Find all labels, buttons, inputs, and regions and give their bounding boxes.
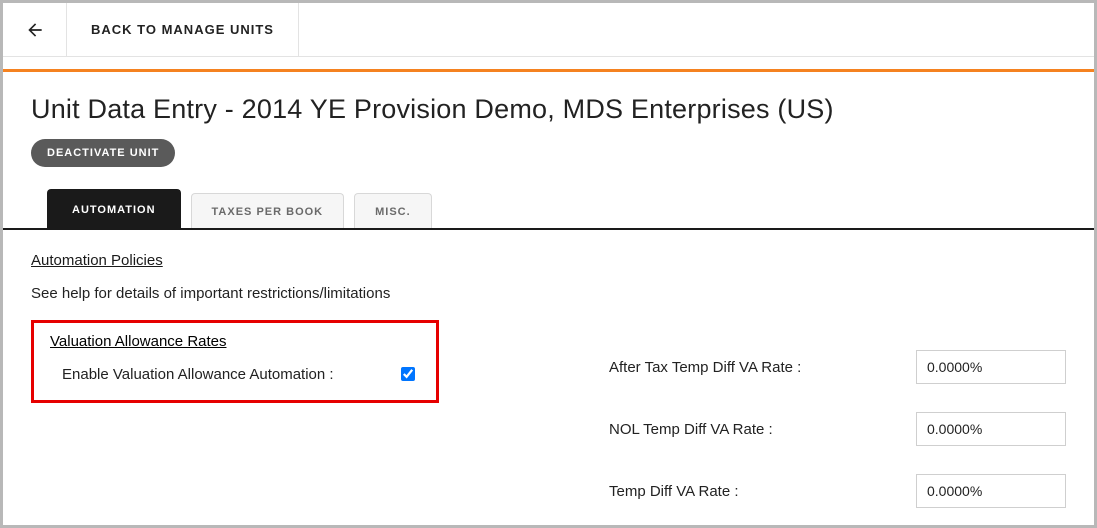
automation-policies-link[interactable]: Automation Policies — [31, 252, 163, 269]
tab-strip: AUTOMATION TAXES PER BOOK MISC. — [31, 189, 1066, 228]
rate-label: Temp Diff VA Rate : — [609, 483, 739, 500]
rate-row-temp-diff: Temp Diff VA Rate : — [609, 474, 1066, 508]
content-area: Unit Data Entry - 2014 YE Provision Demo… — [3, 94, 1094, 528]
accent-rule — [3, 69, 1094, 72]
after-tax-va-rate-input[interactable] — [916, 350, 1066, 384]
left-column: Valuation Allowance Rates Enable Valuati… — [31, 320, 439, 403]
rate-row-nol: NOL Temp Diff VA Rate : — [609, 412, 1066, 446]
arrow-left-icon — [25, 20, 45, 40]
nol-va-rate-input[interactable] — [916, 412, 1066, 446]
right-column: After Tax Temp Diff VA Rate : NOL Temp D… — [439, 320, 1066, 528]
page-title: Unit Data Entry - 2014 YE Provision Demo… — [31, 94, 1066, 125]
back-label[interactable]: BACK TO MANAGE UNITS — [67, 3, 299, 56]
valuation-allowance-heading: Valuation Allowance Rates — [50, 333, 227, 350]
back-button[interactable] — [3, 3, 67, 56]
rate-label: NOL Temp Diff VA Rate : — [609, 421, 773, 438]
rate-row-after-tax: After Tax Temp Diff VA Rate : — [609, 350, 1066, 384]
app-frame: BACK TO MANAGE UNITS Unit Data Entry - 2… — [0, 0, 1097, 528]
help-text: See help for details of important restri… — [31, 285, 1066, 302]
rate-label: After Tax Temp Diff VA Rate : — [609, 359, 801, 376]
enable-valuation-row: Enable Valuation Allowance Automation : — [50, 364, 420, 384]
valuation-allowance-highlight: Valuation Allowance Rates Enable Valuati… — [31, 320, 439, 403]
tab-misc[interactable]: MISC. — [354, 193, 432, 228]
temp-diff-va-rate-input[interactable] — [916, 474, 1066, 508]
tab-automation[interactable]: AUTOMATION — [47, 189, 181, 228]
tab-taxes-per-book[interactable]: TAXES PER BOOK — [191, 193, 345, 228]
top-bar: BACK TO MANAGE UNITS — [3, 3, 1094, 57]
enable-valuation-label: Enable Valuation Allowance Automation : — [62, 366, 334, 383]
columns: Valuation Allowance Rates Enable Valuati… — [31, 320, 1066, 528]
deactivate-unit-button[interactable]: DEACTIVATE UNIT — [31, 139, 175, 167]
enable-valuation-checkbox[interactable] — [401, 367, 415, 381]
automation-section: Automation Policies See help for details… — [31, 230, 1066, 528]
